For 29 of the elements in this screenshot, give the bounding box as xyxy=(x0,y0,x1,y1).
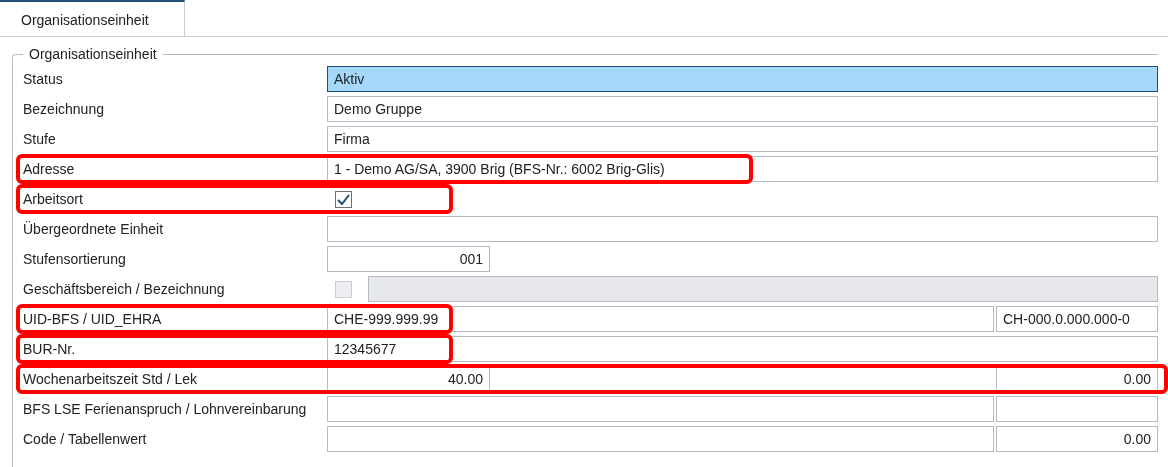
field-label: UID-BFS / UID_EHRA xyxy=(23,311,163,327)
input-field[interactable]: 1 - Demo AG/SA, 3900 Brig (BFS-Nr.: 6002 Brig-Glis) xyxy=(327,156,1158,182)
tab[interactable]: Organisationseinheit xyxy=(0,0,185,36)
input-field[interactable] xyxy=(327,396,994,422)
field-label: Arbeitsort xyxy=(23,191,84,207)
field-label: Geschäftsbereich / Bezeichnung xyxy=(23,281,226,297)
input-field[interactable] xyxy=(327,216,1158,242)
group-title: Organisationseinheit xyxy=(23,45,163,63)
input-field[interactable]: Demo Gruppe xyxy=(327,96,1158,122)
input-field[interactable]: 12345677 xyxy=(327,336,1158,362)
input-field[interactable]: 0.00 xyxy=(996,426,1158,452)
field-label: BUR-Nr. xyxy=(23,341,77,357)
checkbox[interactable] xyxy=(335,190,352,208)
input-field[interactable]: CHE-999.999.99 xyxy=(327,306,994,332)
field-label: Code / Tabellenwert xyxy=(23,431,148,447)
field-label: Stufensortierung xyxy=(23,251,127,267)
input-field[interactable] xyxy=(996,396,1158,422)
field-label: Wochenarbeitszeit Std / Lek xyxy=(23,371,199,387)
field-label: Bezeichnung xyxy=(23,101,105,117)
field-label: Adresse xyxy=(23,161,76,177)
dropdown-field[interactable]: Aktiv xyxy=(327,66,1158,92)
input-field[interactable]: CH-000.0.000.000-0 xyxy=(996,306,1158,332)
field-label: Stufe xyxy=(23,131,57,147)
field-label: Status xyxy=(23,71,64,87)
input-field[interactable]: 001 xyxy=(327,246,490,272)
input-field[interactable] xyxy=(327,426,994,452)
input-field[interactable]: Firma xyxy=(327,126,1158,152)
field-label: Übergeordnete Einheit xyxy=(23,221,165,237)
field-label: BFS LSE Ferienanspruch / Lohnvereinbarung xyxy=(23,401,308,417)
